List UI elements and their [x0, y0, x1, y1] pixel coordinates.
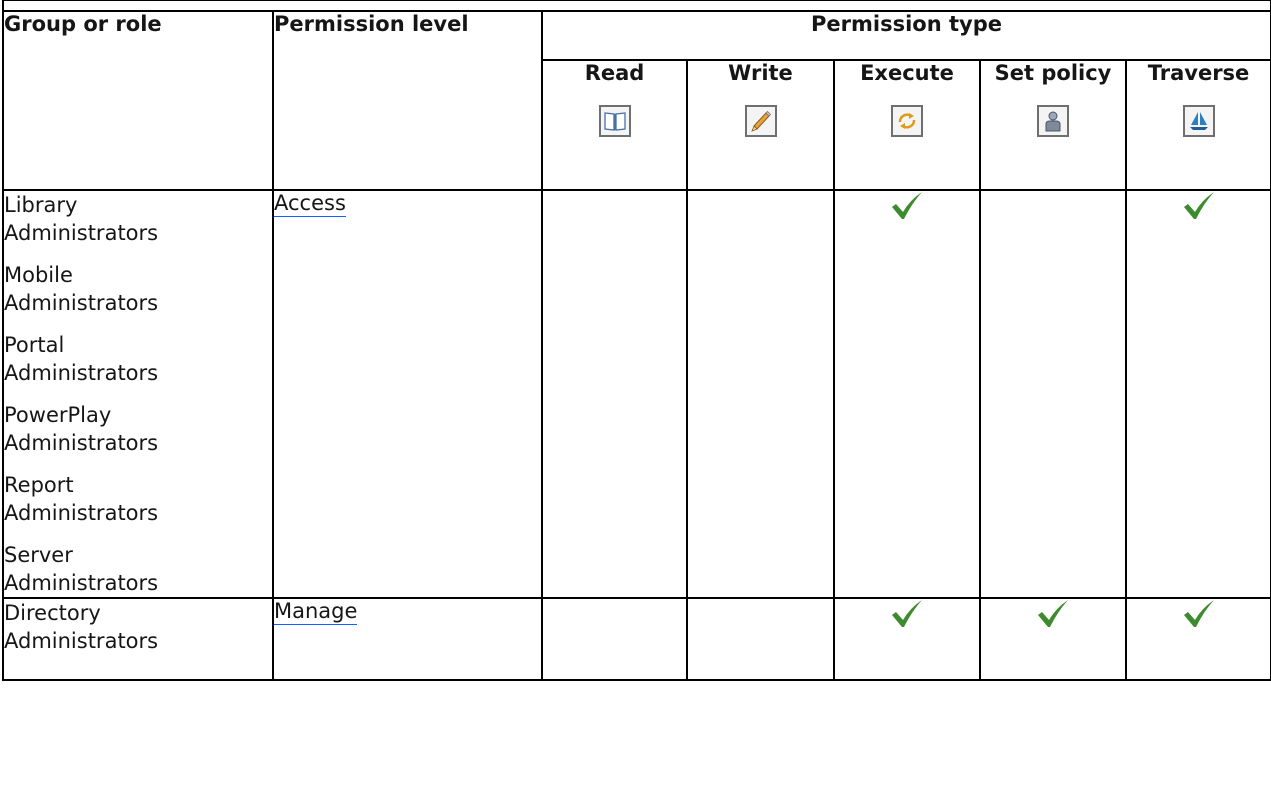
- check-icon: [892, 600, 922, 627]
- book-icon: [598, 105, 631, 137]
- permission-level-cell: Access: [272, 189, 543, 599]
- check-icon: [1038, 600, 1068, 627]
- sailboat-traverse-icon: [1182, 105, 1215, 137]
- group-name: Portal Administrators: [4, 333, 159, 385]
- execute-cell: [833, 189, 981, 599]
- table-row: Directory Administrators Manage: [2, 597, 1271, 681]
- person-policy-icon: [1037, 105, 1069, 137]
- group-name: PowerPlay Administrators: [4, 403, 159, 455]
- table-top-strip: [1, 0, 1271, 12]
- set-policy-label: Set policy: [994, 61, 1112, 85]
- permission-level-cell: Manage: [272, 597, 543, 681]
- traverse-cell: [1124, 597, 1271, 681]
- header-execute: Execute: [833, 59, 981, 191]
- group-list: Directory Administrators: [2, 597, 274, 681]
- header-row: Group or role Permission level Permissio…: [2, 10, 1271, 191]
- traverse-label: Traverse: [1147, 61, 1250, 85]
- write-cell: [686, 189, 835, 599]
- execute-cell: [833, 597, 981, 681]
- check-icon: [1183, 600, 1214, 627]
- table-row: Library Administrators Mobile Administrato…: [2, 189, 1271, 599]
- set-policy-cell: [979, 597, 1127, 681]
- write-cell: [686, 597, 835, 681]
- set-policy-cell: [979, 189, 1127, 599]
- header-permission-level: Permission level: [272, 10, 543, 191]
- group-name: Directory Administrators: [4, 601, 159, 653]
- group-name: Server Administrators: [4, 543, 159, 595]
- group-list: Library Administrators Mobile Administrato…: [2, 189, 274, 599]
- execute-arrows-icon: [891, 105, 923, 137]
- check-icon: [892, 192, 922, 219]
- pencil-icon: [744, 105, 777, 137]
- traverse-cell: [1124, 189, 1271, 599]
- header-set-policy: Set policy: [979, 59, 1127, 191]
- group-name: Library Administrators: [4, 193, 159, 245]
- header-permission-type: Permission type: [540, 10, 1271, 61]
- permissions-table: Group or role Permission level Permissio…: [1, 0, 1271, 681]
- header-traverse: Traverse: [1124, 59, 1271, 191]
- check-icon: [1183, 192, 1214, 219]
- header-group-or-role: Group or role: [2, 10, 274, 191]
- read-cell: [541, 189, 688, 599]
- read-label: Read: [584, 61, 645, 85]
- write-label: Write: [728, 61, 793, 85]
- header-write: Write: [686, 59, 835, 191]
- read-cell: [541, 597, 688, 681]
- access-level-link[interactable]: Access: [274, 191, 346, 217]
- group-name: Report Administrators: [4, 473, 159, 525]
- execute-label: Execute: [860, 61, 954, 85]
- header-read: Read: [541, 59, 688, 191]
- manage-level-link[interactable]: Manage: [274, 599, 358, 625]
- group-name: Mobile Administrators: [4, 263, 159, 315]
